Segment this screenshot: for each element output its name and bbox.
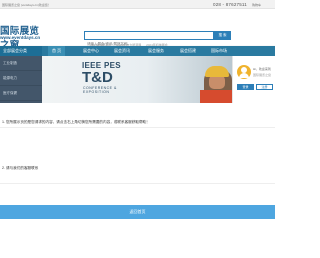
sidebar-item-label: 医疗保健 [3,91,17,95]
notice-message-secondary: 2. 请与我们的客服联系 [2,166,39,170]
top-bar: 国际展览之窗 (ventdays.cn)欢迎您！ 028 - 87627511 … [0,0,275,9]
register-button[interactable]: 注册 [256,84,273,90]
login-greeting: Hi，欢迎来到 [253,67,271,71]
sidebar-item-label: 工业制造 [3,61,17,65]
banner-title: T&D [82,69,113,86]
nav-item-exhibitions[interactable]: 展会中心 [83,46,99,56]
worker-shirt [200,90,232,103]
page: 国际展览之窗 (ventdays.cn)欢迎您！ 028 - 87627511 … [0,0,275,258]
avatar-body [239,73,249,78]
category-sidebar: 工业制造 能源电力 医疗保健 [0,56,42,103]
login-button[interactable]: 登录 [237,84,254,90]
cart-link[interactable]: 购物车 [252,3,261,7]
nav-item-news[interactable]: 展会资讯 [114,46,130,56]
hero-banner[interactable]: IEEE PES T&D CONFERENCE & EXPOSITION [42,56,232,103]
nav-item-services[interactable]: 展会服务 [148,46,164,56]
nav-item-international[interactable]: 国际市场 [211,46,227,56]
site-logo[interactable]: 国际展览之窗 www.eventdays.cn [0,23,46,51]
divider [0,183,275,184]
divider [0,127,275,128]
nav-all-categories[interactable]: 全部展会分类 [0,46,42,56]
nav-item-booth-building[interactable]: 展会搭建 [180,46,196,56]
notice-dialog: 1. 您所展示页的是您请求的内容，请点击右上角切换您所需要的内容，或联系客服获取… [0,103,275,258]
search-tabs: 展会资讯 [84,24,106,40]
sidebar-item-label: 能源电力 [3,76,17,80]
notice-message: 1. 您所展示页的是您请求的内容，请点击右上角切换您所需要的内容，或联系客服获取… [2,120,150,124]
sidebar-item[interactable]: 医疗保健 [0,86,42,101]
nav-item-home[interactable]: 首 页 [48,46,66,56]
phone-number: 028 - 87627511 [213,2,247,7]
search-button[interactable]: 搜 索 [214,31,231,40]
main-nav: 全部展会分类 首 页 展会中心 展会资讯 展会服务 展会搭建 国际市场 [0,46,275,56]
sidebar-item[interactable]: 能源电力 [0,71,42,86]
logo-url: www.eventdays.cn [0,35,41,40]
header: 国际展览之窗 www.eventdays.cn 展会资讯 搜 索 2024年国际… [0,9,275,51]
worker-face [209,75,225,89]
login-greeting-site: 国际展览之窗 [253,73,272,77]
return-home-button[interactable]: 返回首页 [0,205,275,219]
hard-hat-icon [205,66,229,77]
welcome-text: 国际展览之窗 (ventdays.cn)欢迎您！ [2,3,51,7]
login-panel: Hi，欢迎来到 国际展览之窗 登录 注册 [232,56,275,103]
banner-subtitle-2: EXPOSITION [83,90,110,94]
search-box [84,31,214,48]
sidebar-item[interactable]: 工业制造 [0,56,42,71]
